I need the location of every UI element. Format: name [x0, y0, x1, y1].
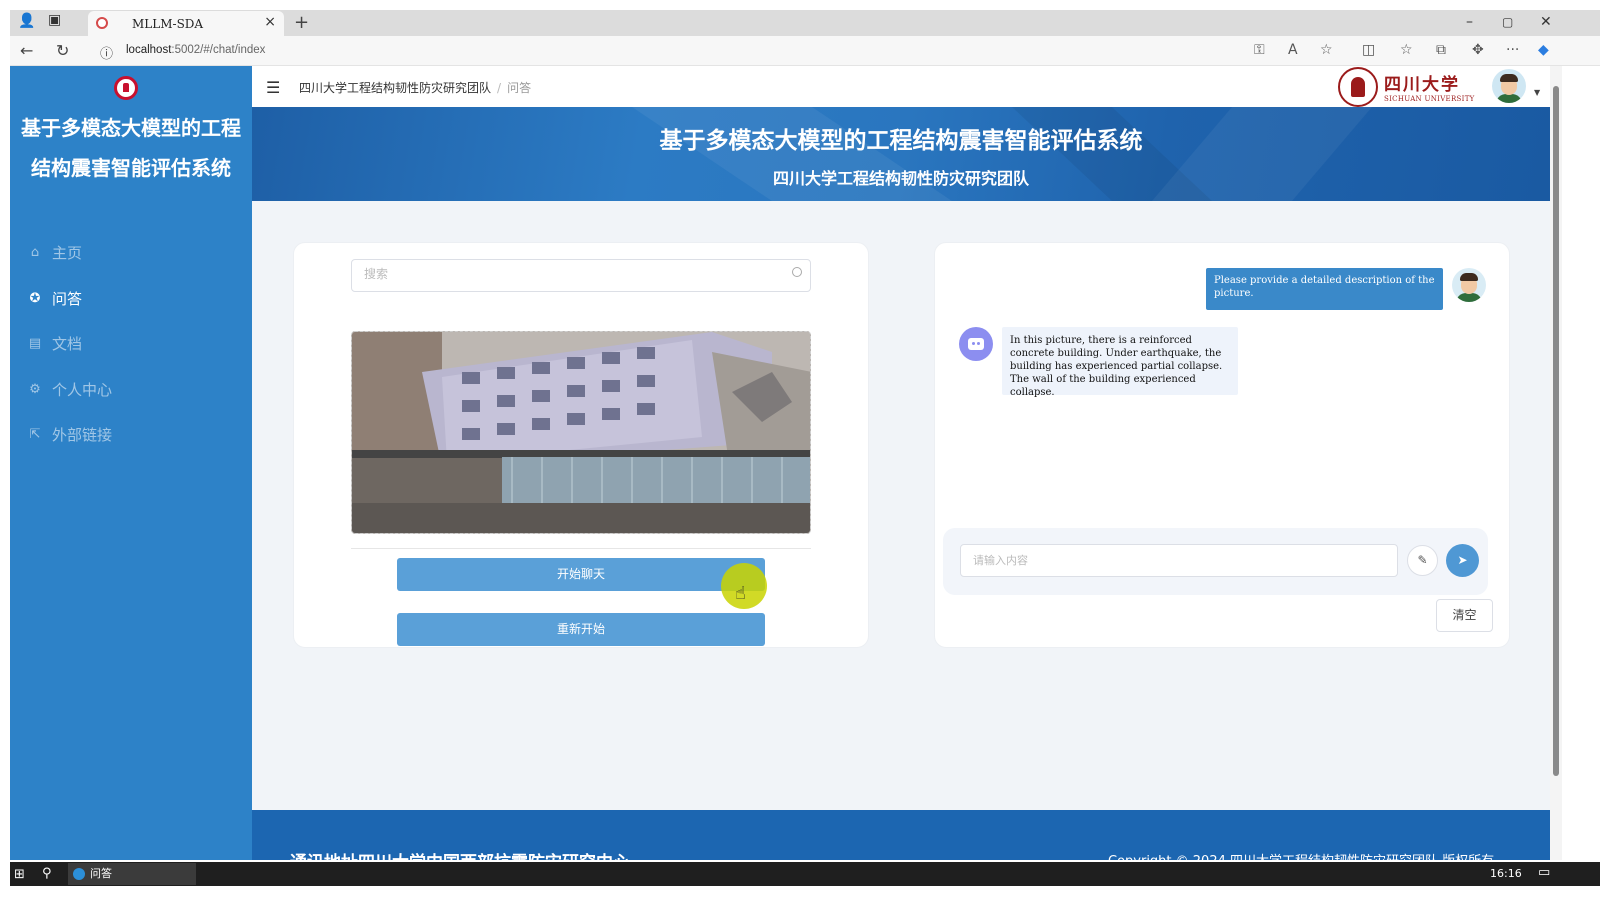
address-bar: ← ↻ ⓘ localhost:5002/#/chat/index ⚿ A ☆ …	[10, 36, 1600, 66]
search-input[interactable]	[364, 267, 764, 281]
university-name: 四川大学 SICHUAN UNIVERSITY	[1384, 70, 1475, 103]
university-name-cn: 四川大学	[1384, 75, 1460, 95]
minimize-button[interactable]: –	[1466, 14, 1473, 30]
taskbar-clock: 16:16	[1490, 867, 1522, 880]
breadcrumb: 四川大学工程结构韧性防灾研究团队 / 问答	[299, 79, 531, 96]
robot-avatar-icon	[959, 327, 993, 361]
restore-button[interactable]: ▢	[1502, 15, 1513, 29]
close-window-button[interactable]: ✕	[1540, 14, 1552, 30]
sidebar-item-label: 主页	[52, 243, 83, 262]
site-favicon-icon	[96, 17, 108, 29]
page-scrollbar[interactable]	[1550, 66, 1562, 860]
key-icon[interactable]: ⚿	[1254, 42, 1265, 58]
hand-cursor-icon: ☝	[735, 583, 746, 604]
sidebar-item-label: 问答	[52, 289, 83, 308]
notification-icon[interactable]: ▭	[1538, 865, 1550, 880]
uploaded-building-image[interactable]	[351, 331, 811, 534]
url-host: localhost	[126, 44, 172, 56]
user-avatar-icon	[1452, 268, 1486, 302]
university-seal-icon	[1338, 67, 1378, 107]
user-message: Please provide a detailed description of…	[1206, 268, 1443, 310]
breadcrumb-separator: /	[497, 81, 502, 95]
banner: 基于多模态大模型的工程结构震害智能评估系统 四川大学工程结构韧性防灾研究团队	[252, 107, 1550, 201]
external-link-icon: ⇱	[29, 426, 41, 442]
profile-icon[interactable]: 👤	[18, 13, 35, 29]
os-taskbar: ⊞ ⚲ 问答 16:16 ▭	[10, 862, 1600, 886]
refresh-icon[interactable]: ↻	[56, 41, 69, 60]
read-aloud-icon[interactable]: A	[1288, 42, 1298, 58]
school-logo-icon	[114, 76, 138, 100]
sidebar-item-external-links[interactable]: ⇱ 外部链接	[24, 419, 244, 449]
chat-input-area: ✎ ➤	[943, 528, 1488, 595]
copilot-icon[interactable]: ◆	[1538, 42, 1549, 58]
favorites-icon[interactable]: ☆	[1400, 42, 1413, 58]
footer: 通讯地址四川大学中国西部抗震防灾研究中心 Copyright © 2024 四川…	[252, 810, 1550, 860]
sidebar-item-home[interactable]: ⌂ 主页	[24, 237, 244, 267]
site-info-icon[interactable]: ⓘ	[100, 43, 113, 62]
split-screen-icon[interactable]: ◫	[1362, 42, 1375, 58]
more-icon[interactable]: ···	[1506, 42, 1519, 58]
sidebar-item-profile[interactable]: ⚙ 个人中心	[24, 374, 244, 404]
collections-icon[interactable]: ⧉	[1436, 42, 1446, 58]
footer-address: 通讯地址四川大学中国西部抗震防灾研究中心	[290, 848, 630, 860]
back-icon[interactable]: ←	[20, 41, 33, 60]
tab-close-icon[interactable]: ×	[264, 14, 276, 30]
extensions-icon[interactable]: ✥	[1472, 42, 1484, 58]
system-title: 基于多模态大模型的工程结构震害智能评估系统	[21, 116, 241, 180]
document-icon: ▤	[28, 335, 42, 351]
home-icon: ⌂	[30, 244, 40, 260]
search-icon[interactable]	[792, 267, 802, 277]
search-box[interactable]	[351, 259, 811, 292]
user-avatar[interactable]	[1492, 69, 1526, 103]
top-header: ☰ 四川大学工程结构韧性防灾研究团队 / 问答 四川大学 SICHUAN UNIVE…	[252, 66, 1550, 107]
main-content: 开始聊天 重新开始 ☝ Please provide a detailed de…	[252, 201, 1550, 810]
url-field[interactable]: localhost:5002/#/chat/index	[126, 44, 265, 56]
taskbar-app-label: 问答	[90, 867, 112, 880]
tab-actions-icon[interactable]: ▣	[48, 12, 61, 28]
university-name-en: SICHUAN UNIVERSITY	[1384, 95, 1475, 103]
restart-button[interactable]: 重新开始	[397, 613, 765, 646]
browser-tab-bar: 👤 ▣ MLLM-SDA × + – ▢ ✕	[10, 10, 1600, 36]
start-chat-button[interactable]: 开始聊天	[397, 558, 765, 591]
chevron-down-icon[interactable]: ▼	[1534, 88, 1540, 97]
collapsed-building-photo	[352, 332, 810, 533]
browser-tab[interactable]: MLLM-SDA ×	[88, 11, 284, 36]
favorite-star-icon[interactable]: ☆	[1320, 42, 1333, 58]
banner-subtitle: 四川大学工程结构韧性防灾研究团队	[772, 169, 1029, 188]
menu-toggle-icon[interactable]: ☰	[266, 78, 280, 97]
sidebar: 基于多模态大模型的工程结构震害智能评估系统 ⌂ 主页 ✪ 问答 ▤ 文档 ⚙ 个…	[10, 66, 252, 860]
attach-icon[interactable]: ✎	[1407, 545, 1438, 576]
search-icon[interactable]: ⚲	[42, 866, 52, 881]
chat-panel: Please provide a detailed description of…	[934, 242, 1510, 648]
windows-start-icon[interactable]: ⊞	[14, 867, 25, 882]
chat-icon: ✪	[29, 290, 41, 306]
divider	[351, 548, 811, 549]
breadcrumb-current: 问答	[507, 81, 532, 95]
gear-icon: ⚙	[29, 381, 41, 397]
url-path: :5002/#/chat/index	[171, 44, 266, 56]
send-icon[interactable]: ➤	[1446, 544, 1479, 577]
scrollbar-thumb[interactable]	[1553, 86, 1559, 776]
chat-input[interactable]	[960, 544, 1398, 577]
taskbar-app-qa[interactable]: 问答	[68, 863, 196, 885]
assistant-message: In this picture, there is a reinforced c…	[1002, 327, 1238, 398]
sidebar-item-documents[interactable]: ▤ 文档	[24, 328, 244, 358]
tab-title: MLLM-SDA	[132, 17, 204, 31]
breadcrumb-team[interactable]: 四川大学工程结构韧性防灾研究团队	[299, 81, 491, 95]
sidebar-item-label: 文档	[52, 334, 83, 353]
sidebar-item-label: 外部链接	[52, 425, 113, 444]
clear-button[interactable]: 清空	[1436, 599, 1493, 632]
new-tab-button[interactable]: +	[294, 12, 309, 33]
banner-title: 基于多模态大模型的工程结构震害智能评估系统	[659, 128, 1143, 154]
edge-browser-icon	[73, 868, 85, 880]
sidebar-item-label: 个人中心	[52, 380, 113, 399]
footer-copyright: Copyright © 2024 四川大学工程结构韧性防灾研究团队 版权所有	[1108, 850, 1494, 860]
sidebar-item-qa[interactable]: ✪ 问答	[24, 283, 244, 313]
image-panel: 开始聊天 重新开始 ☝	[293, 242, 869, 648]
